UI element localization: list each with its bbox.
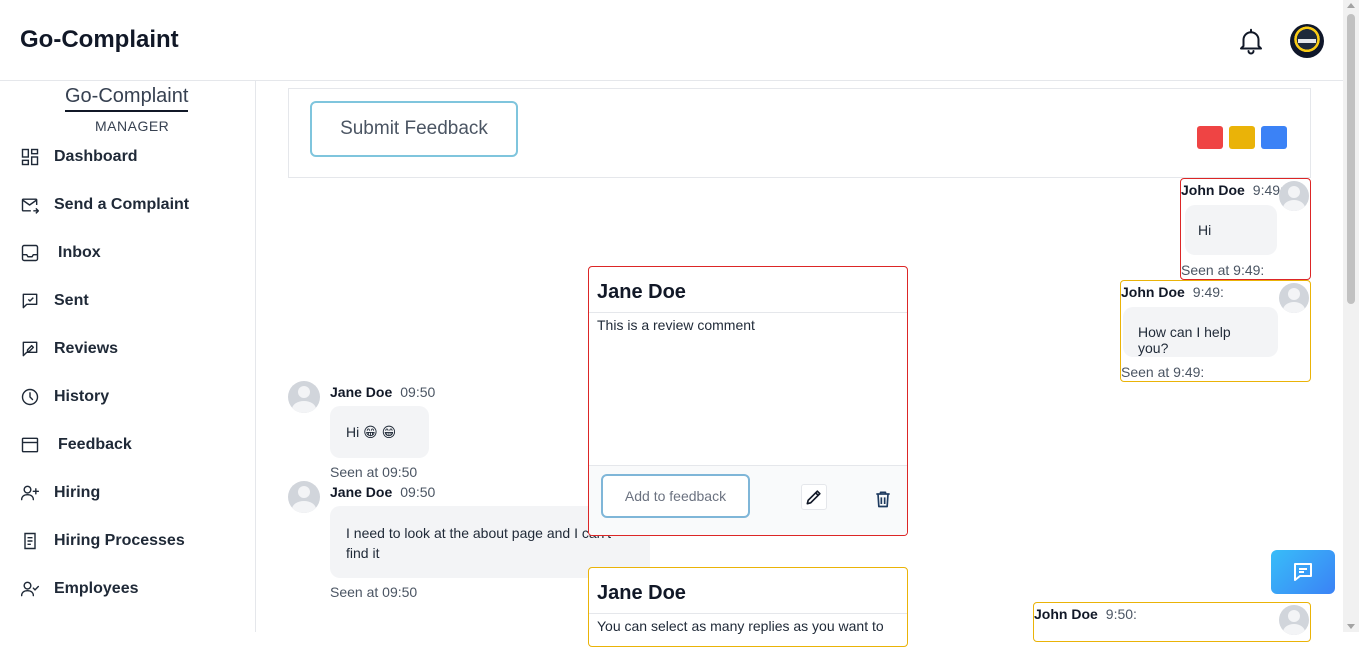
review-actions: Add to feedback <box>589 465 907 535</box>
message-sender: John Doe 9:49: <box>1181 182 1284 198</box>
add-to-feedback-button[interactable]: Add to feedback <box>601 474 750 518</box>
avatar <box>1279 283 1309 313</box>
avatar <box>1279 181 1309 211</box>
avatar <box>1279 605 1309 635</box>
sidebar-item-label: Hiring <box>54 484 101 501</box>
message-time: 9:49: <box>1192 284 1224 300</box>
sidebar-item-send-complaint[interactable]: Send a Complaint <box>20 190 189 220</box>
feedback-toolbar: Submit Feedback <box>288 88 1311 178</box>
review-comment: You can select as many replies as you wa… <box>597 618 884 634</box>
sidebar-item-label: Employees <box>54 580 139 597</box>
review-author: Jane Doe <box>589 267 907 313</box>
scrollbar-thumb[interactable] <box>1347 14 1355 304</box>
sidebar-item-dashboard[interactable]: Dashboard <box>20 142 138 172</box>
sidebar-item-hiring-processes[interactable]: Hiring Processes <box>20 526 185 556</box>
sidebar-item-inbox[interactable]: Inbox <box>20 238 101 268</box>
user-avatar[interactable] <box>1290 24 1324 58</box>
avatar <box>288 381 320 413</box>
message-sender: John Doe 9:50: <box>1034 606 1137 622</box>
sidebar-brand: Go-Complaint <box>65 85 189 112</box>
sidebar-item-employees[interactable]: Employees <box>20 574 138 604</box>
reviews-icon <box>22 341 38 357</box>
selected-message[interactable]: John Doe 9:49: Hi Seen at 9:49: <box>1180 178 1311 280</box>
message-time: 09:50 <box>400 384 436 400</box>
review-card: Jane Doe You can select as many replies … <box>588 567 908 647</box>
review-card: Jane Doe This is a review comment Add to… <box>588 266 908 536</box>
message-sender: John Doe 9:49: <box>1121 284 1224 300</box>
message-bubble: How can I help you? <box>1123 307 1278 357</box>
selected-message[interactable]: John Doe 9:49: How can I help you? Seen a… <box>1120 280 1311 382</box>
sidebar-item-sent[interactable]: Sent <box>20 286 89 316</box>
sent-icon <box>22 293 38 309</box>
trash-icon[interactable] <box>870 486 896 512</box>
chat-button[interactable] <box>1271 550 1335 594</box>
message-bubble: Hi <box>1185 205 1277 255</box>
sidebar-item-hiring[interactable]: Hiring <box>20 478 100 508</box>
message-sender: Jane Doe 09:50 <box>330 484 436 500</box>
sidebar-item-label: History <box>54 388 110 405</box>
message-sender: Jane Doe 09:50 <box>330 384 436 400</box>
sidebar-item-feedback[interactable]: Feedback <box>20 430 132 460</box>
selected-message[interactable]: John Doe 9:50: <box>1033 602 1311 642</box>
inbox-icon <box>21 244 39 262</box>
chat-icon <box>1294 563 1312 581</box>
top-bar: Go-Complaint <box>0 0 1343 81</box>
seen-status: Seen at 9:49: <box>1181 262 1265 278</box>
scroll-up-arrow-icon[interactable] <box>1347 3 1355 8</box>
page-scrollbar[interactable] <box>1343 0 1359 632</box>
clock-icon <box>21 388 39 406</box>
sidebar-item-label: Feedback <box>58 436 132 453</box>
seen-status: Seen at 9:49: <box>1121 364 1205 380</box>
avatar <box>288 481 320 513</box>
sidebar-item-label: Hiring Processes <box>54 532 185 549</box>
message-time: 9:50: <box>1105 606 1137 622</box>
seen-status: Seen at 09:50 <box>330 464 418 480</box>
sidebar-role: MANAGER <box>95 118 170 134</box>
send-mail-icon <box>21 198 40 214</box>
document-icon <box>24 532 36 550</box>
sidebar-item-label: Reviews <box>54 340 119 357</box>
seen-status: Seen at 09:50 <box>330 584 418 600</box>
feedback-icon <box>21 437 39 453</box>
review-author: Jane Doe <box>589 568 907 614</box>
sidebar-item-label: Send a Complaint <box>54 196 190 213</box>
color-swatch-blue[interactable] <box>1261 126 1287 149</box>
sidebar-item-label: Dashboard <box>54 148 138 165</box>
sidebar-item-reviews[interactable]: Reviews <box>20 334 118 364</box>
sidebar-item-label: Inbox <box>58 244 101 261</box>
bell-icon[interactable] <box>1236 25 1266 57</box>
dashboard-icon <box>21 148 39 166</box>
app-title: Go-Complaint <box>20 26 179 53</box>
scroll-down-arrow-icon[interactable] <box>1347 624 1355 629</box>
message-bubble[interactable]: Hi 😁 😁 <box>330 406 429 458</box>
pencil-icon[interactable] <box>801 484 827 510</box>
review-comment: This is a review comment <box>597 317 755 333</box>
user-check-icon <box>20 581 40 597</box>
sidebar-item-history[interactable]: History <box>20 382 109 412</box>
user-plus-icon <box>20 485 40 501</box>
submit-feedback-button[interactable]: Submit Feedback <box>310 101 518 157</box>
color-swatch-red[interactable] <box>1197 126 1223 149</box>
sidebar: Go-Complaint MANAGER Dashboard Send a Co… <box>0 81 256 632</box>
color-swatch-yellow[interactable] <box>1229 126 1255 149</box>
sidebar-item-label: Sent <box>54 292 89 309</box>
message-time: 09:50 <box>400 484 436 500</box>
